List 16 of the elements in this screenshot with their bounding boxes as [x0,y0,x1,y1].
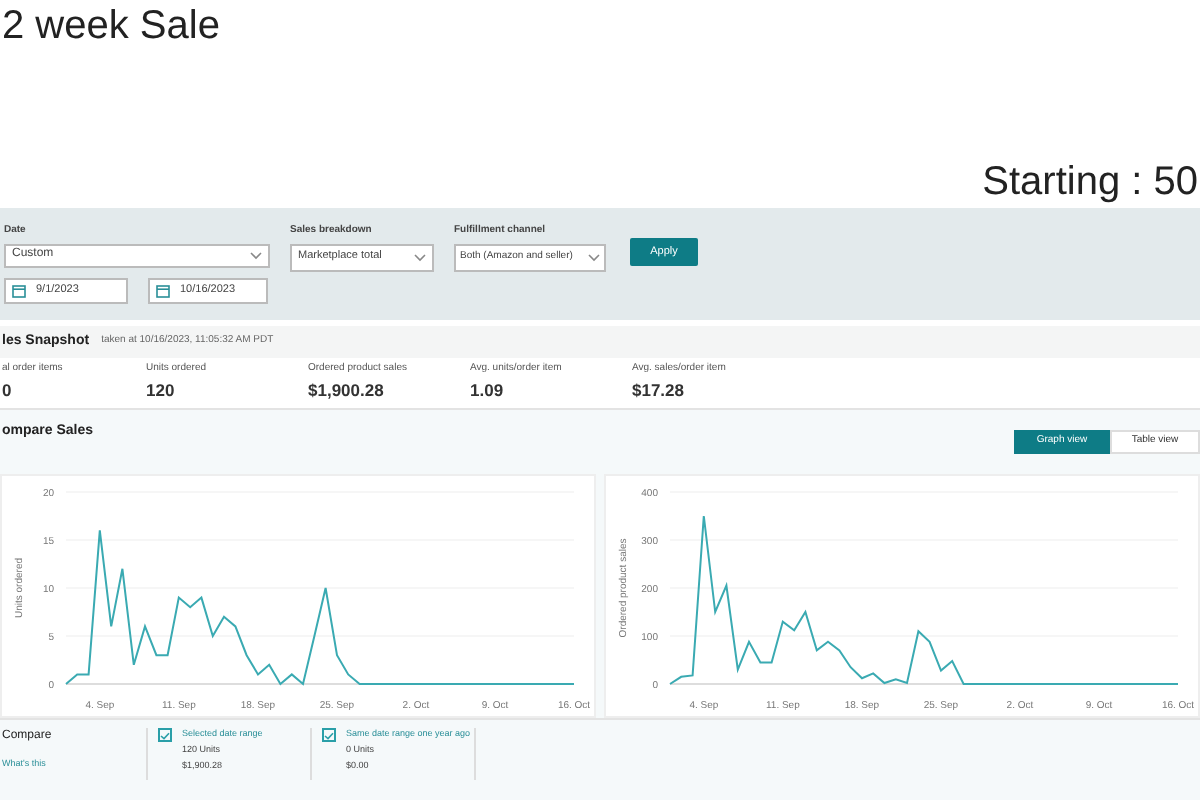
chevron-down-icon [250,251,262,259]
checkbox[interactable] [322,728,336,742]
checkmark-icon [324,731,334,739]
chevron-down-icon [414,253,426,261]
calendar-icon [12,283,26,297]
metric-value: $1,900.28 [308,378,386,405]
checkmark-icon [160,731,170,739]
checkbox[interactable] [158,728,172,742]
calendar-icon [156,283,170,297]
page-subheading: Starting : 50 [982,162,1198,202]
chevron-down-icon [588,253,600,261]
metric-value: 1.09 [470,378,506,405]
page-heading: 2 week Sale [2,6,220,46]
metric-value: 120 [146,378,177,405]
metric-value: 0 [2,378,14,405]
metric-value: $17.28 [632,378,686,405]
